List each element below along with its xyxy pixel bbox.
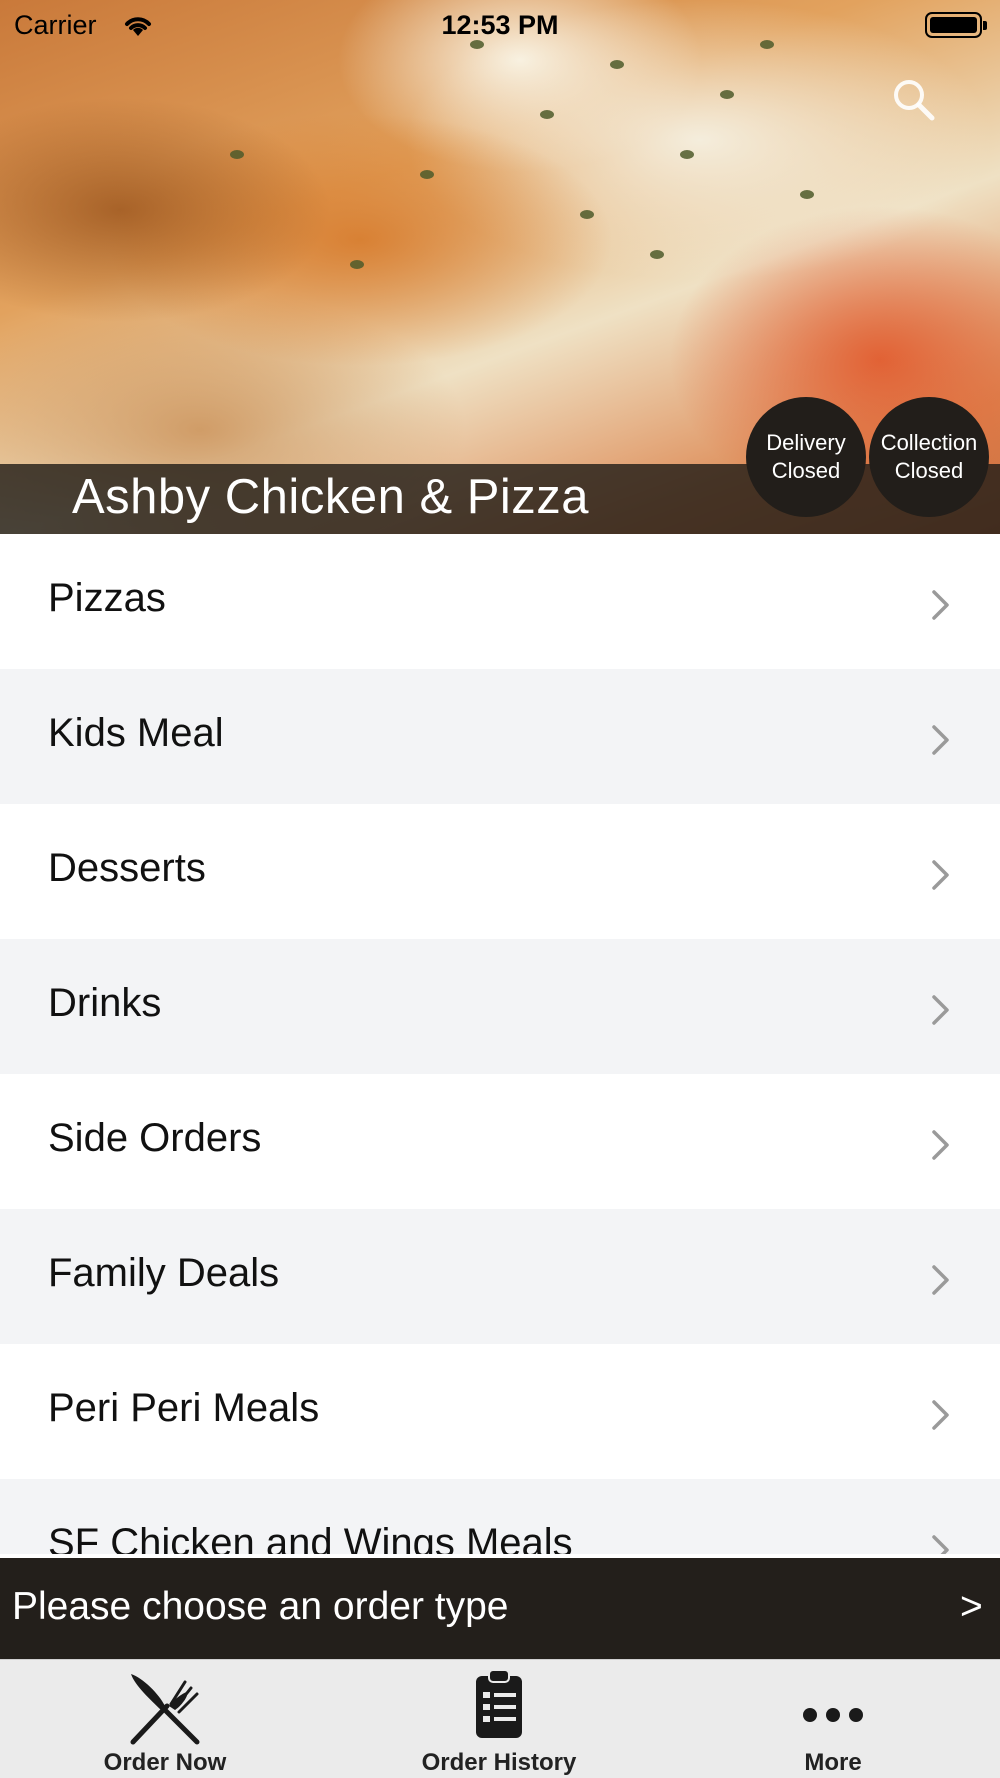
menu-item-sf-chicken-and-wings-meals[interactable]: SF Chicken and Wings Meals — [0, 1479, 1000, 1554]
more-dots-icon — [803, 1708, 863, 1722]
tab-label: Order History — [421, 1749, 577, 1776]
chevron-right-icon — [932, 995, 949, 1025]
tab-bar: Order Now Order History More — [0, 1659, 1000, 1778]
menu-item-label: Desserts — [48, 846, 206, 890]
status-bar: Carrier 12:53 PM — [0, 0, 1000, 50]
herb-speck — [800, 190, 814, 199]
herb-speck — [420, 170, 434, 179]
clipboard-list-icon — [476, 1669, 522, 1738]
order-type-bar[interactable]: Please choose an order type > — [0, 1558, 1000, 1659]
search-icon[interactable] — [890, 76, 936, 122]
menu-item-pizzas[interactable]: Pizzas — [0, 534, 1000, 669]
collection-badge-label: Collection — [880, 430, 978, 455]
tab-order-history[interactable]: Order History — [379, 1660, 619, 1778]
tab-label: Order Now — [103, 1749, 227, 1776]
herb-speck — [680, 150, 694, 159]
delivery-badge-label: Delivery — [766, 430, 846, 455]
hero-banner: Carrier 12:53 PM Ashby Chicken & Pizza D… — [0, 0, 1000, 534]
chevron-right-icon — [932, 725, 949, 755]
delivery-badge-status: Closed — [771, 458, 841, 483]
menu-item-label: Family Deals — [48, 1251, 280, 1295]
chevron-right-icon — [932, 1535, 949, 1554]
chevron-right-icon — [932, 1265, 949, 1295]
menu-item-label: Pizzas — [48, 576, 166, 620]
delivery-status-badge[interactable]: Delivery Closed — [746, 397, 866, 517]
tab-label: More — [804, 1749, 862, 1776]
menu-item-family-deals[interactable]: Family Deals — [0, 1209, 1000, 1344]
chevron-right-icon — [932, 590, 949, 620]
menu-item-desserts[interactable]: Desserts — [0, 804, 1000, 939]
herb-speck — [720, 90, 734, 99]
order-type-arrow: > — [960, 1585, 983, 1628]
restaurant-name: Ashby Chicken & Pizza — [72, 470, 590, 524]
herb-speck — [230, 150, 244, 159]
chevron-right-icon — [932, 860, 949, 890]
fork-knife-icon — [130, 1674, 200, 1745]
menu-item-kids-meal[interactable]: Kids Meal — [0, 669, 1000, 804]
herb-speck — [350, 260, 364, 269]
collection-status-badge[interactable]: Collection Closed — [869, 397, 989, 517]
menu-item-label: SF Chicken and Wings Meals — [48, 1521, 573, 1554]
herb-speck — [540, 110, 554, 119]
order-type-prompt: Please choose an order type — [12, 1585, 509, 1628]
herb-speck — [580, 210, 594, 219]
menu-item-label: Peri Peri Meals — [48, 1386, 320, 1430]
herb-speck — [610, 60, 624, 69]
menu-item-label: Kids Meal — [48, 711, 224, 755]
tab-more[interactable]: More — [713, 1660, 953, 1778]
menu-item-drinks[interactable]: Drinks — [0, 939, 1000, 1074]
herb-speck — [650, 250, 664, 259]
status-time: 12:53 PM — [441, 10, 559, 40]
menu-item-label: Drinks — [48, 981, 162, 1025]
chevron-right-icon — [932, 1400, 949, 1430]
menu-item-side-orders[interactable]: Side Orders — [0, 1074, 1000, 1209]
menu-item-label: Side Orders — [48, 1116, 262, 1160]
tab-order-now[interactable]: Order Now — [45, 1660, 285, 1778]
battery-icon — [925, 12, 987, 38]
menu-category-list[interactable]: Pizzas Kids Meal Desserts Drinks Side Or… — [0, 534, 1000, 1554]
collection-badge-status: Closed — [894, 458, 964, 483]
menu-item-peri-peri-meals[interactable]: Peri Peri Meals — [0, 1344, 1000, 1479]
chevron-right-icon — [932, 1130, 949, 1160]
